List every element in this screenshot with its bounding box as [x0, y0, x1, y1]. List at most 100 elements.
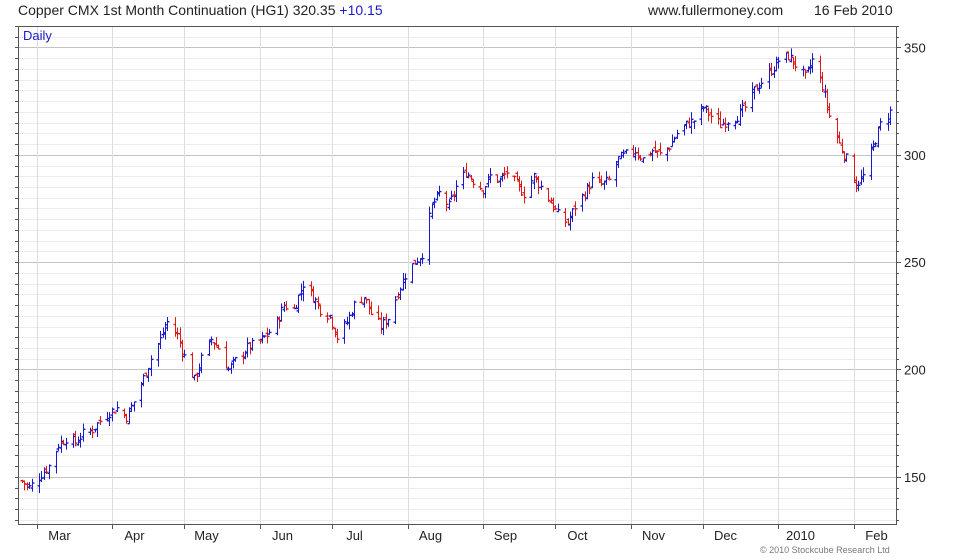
ohlc-bar — [757, 82, 762, 94]
ohlc-bar — [73, 430, 78, 447]
ohlc-bar — [379, 312, 384, 334]
ohlc-bar — [614, 161, 619, 187]
ohlc-bar — [359, 296, 364, 304]
ohlc-bar — [517, 176, 522, 192]
ohlc-bar — [165, 316, 170, 332]
y-tick-label: 200 — [904, 362, 926, 377]
ohlc-bar — [869, 143, 874, 180]
ohlc-bar — [842, 151, 847, 164]
ohlc-bar — [229, 362, 234, 374]
ohlc-bar — [381, 316, 386, 336]
ohlc-bar — [54, 450, 59, 474]
ohlc-bar — [59, 435, 64, 453]
ohlc-bar — [464, 162, 469, 178]
ohlc-bar — [536, 176, 541, 195]
ohlc-bar — [546, 187, 551, 202]
ohlc-bar — [699, 103, 704, 126]
ohlc-bar — [733, 120, 738, 130]
ohlc-bar — [692, 120, 697, 130]
y-tick-label: 250 — [904, 255, 926, 270]
ohlc-bar — [556, 203, 561, 213]
x-tick-label: Mar — [48, 528, 71, 543]
ohlc-bar — [224, 341, 229, 369]
x-tick-label: May — [194, 528, 219, 543]
ohlc-bar — [345, 316, 350, 326]
ohlc-bar — [430, 203, 435, 219]
ohlc-bar — [396, 292, 401, 300]
ohlc-bar — [299, 283, 304, 301]
ohlc-bar — [801, 65, 806, 77]
ohlc-bar — [158, 330, 163, 350]
ohlc-bar — [316, 296, 321, 310]
period-label: Daily — [23, 28, 52, 43]
ohlc-bar — [347, 311, 352, 330]
ohlc-bar — [403, 273, 408, 289]
ohlc-bar — [840, 138, 845, 154]
ohlc-bar — [759, 77, 764, 88]
grid-layer — [18, 26, 896, 524]
ohlc-bar — [214, 336, 219, 347]
ohlc-bar — [488, 167, 493, 184]
ohlc-bar — [529, 175, 534, 199]
x-tick-label: Apr — [124, 528, 145, 543]
x-tick-label: Sep — [494, 528, 517, 543]
ohlc-bar — [146, 367, 151, 382]
ohlc-bar — [835, 118, 840, 144]
ohlc-bar — [90, 425, 95, 439]
ohlc-bar — [190, 352, 195, 379]
ohlc-bar — [427, 206, 432, 265]
ohlc-bar — [156, 343, 161, 367]
ohlc-bar — [599, 175, 604, 187]
ohlc-bar — [110, 407, 115, 422]
ohlc-bar — [386, 318, 391, 327]
ohlc-bar — [486, 173, 491, 188]
ohlc-bar — [568, 211, 573, 231]
ohlc-bar — [888, 106, 893, 126]
ohlc-bar — [539, 180, 544, 191]
x-tick-label: Feb — [865, 528, 887, 543]
ohlc-bar — [655, 150, 660, 158]
ohlc-bar — [590, 172, 595, 189]
ohlc-bar — [376, 305, 381, 321]
ohlc-bar — [585, 183, 590, 200]
x-tick-label: 2010 — [786, 528, 815, 543]
ohlc-bar — [604, 171, 609, 186]
ohlc-bar — [231, 356, 236, 369]
ohlc-bar — [76, 436, 81, 446]
ohlc-bar — [384, 313, 389, 329]
ohlc-bar — [325, 312, 330, 323]
copyright-credit: © 2010 Stockcube Research Ltd — [760, 545, 890, 555]
ohlc-bar — [478, 181, 483, 191]
ohlc-bar — [129, 402, 134, 413]
ohlc-bar — [709, 108, 714, 124]
ohlc-bar — [267, 329, 272, 335]
ohlc-bar — [583, 191, 588, 202]
ohlc-bar — [37, 473, 42, 494]
x-tick-label: Jul — [346, 528, 363, 543]
ohlc-bar — [750, 82, 755, 113]
ohlc-bar — [245, 337, 250, 358]
ohlc-bar — [820, 71, 825, 93]
ohlc-bar — [192, 374, 197, 381]
ohlc-bar — [675, 129, 680, 139]
ohlc-bar — [180, 339, 185, 362]
ohlc-bar — [721, 118, 726, 126]
ohlc-bar — [827, 102, 832, 118]
ohlc-bar — [752, 85, 757, 100]
ohlc-bar — [296, 294, 301, 314]
ohlc-bar — [149, 355, 154, 377]
price-chart: 150 200 250 300 350 Mar Apr May Jun Jul Aug Sep Oct N… — [15, 26, 926, 543]
ohlc-bar — [132, 401, 137, 412]
ohlc-bar — [122, 408, 127, 419]
x-tick-label: Jun — [272, 528, 293, 543]
ohlc-bar — [512, 175, 517, 182]
ohlc-bar — [878, 118, 883, 131]
ohlc-bar — [415, 257, 420, 265]
ohlc-bar — [502, 166, 507, 180]
ohlc-bar — [39, 470, 44, 483]
x-tick-label: Dec — [714, 528, 738, 543]
ohlc-bar — [515, 171, 520, 181]
ohlc-bar — [563, 207, 568, 228]
ohlc-bar — [706, 107, 711, 122]
y-tick-label: 300 — [904, 148, 926, 163]
